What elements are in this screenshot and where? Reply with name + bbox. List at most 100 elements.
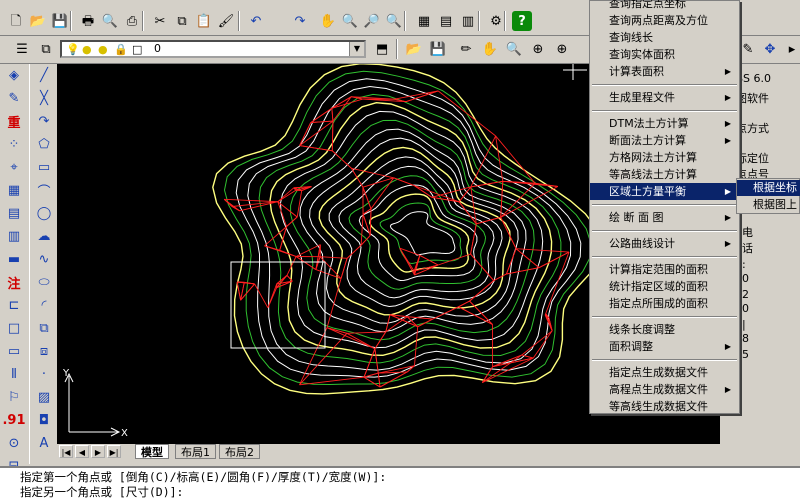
menu-item[interactable]: 断面法土方计算 ▶ bbox=[590, 132, 739, 149]
make-current-icon[interactable]: ⬒ bbox=[372, 39, 392, 59]
zoom-extents-icon[interactable]: ⊕ bbox=[528, 39, 548, 59]
annotation-icon[interactable]: 重 bbox=[0, 110, 28, 133]
zoom-window-icon[interactable]: 🔎 bbox=[362, 11, 382, 31]
hatch-icon[interactable]: ▨ bbox=[30, 386, 58, 409]
next-tab-icon[interactable]: ▶ bbox=[91, 445, 105, 458]
region-icon[interactable]: ◘ bbox=[30, 409, 58, 432]
match-prop-icon[interactable]: 🖌 bbox=[216, 11, 236, 31]
prev-tab-icon[interactable]: ◀ bbox=[75, 445, 89, 458]
point-icon[interactable]: · bbox=[30, 363, 58, 386]
measure-icon[interactable]: ⌖ bbox=[0, 156, 28, 179]
move-icon[interactable]: ✥ bbox=[760, 39, 780, 59]
pan-icon[interactable]: ✋ bbox=[318, 11, 338, 31]
ellipse-icon[interactable]: ⬭ bbox=[30, 271, 58, 294]
save-icon[interactable]: 💾 bbox=[50, 11, 70, 31]
menu-item[interactable]: 计算表面积 ▶ bbox=[590, 63, 739, 80]
print-icon[interactable]: 🖶 bbox=[78, 11, 98, 31]
line-icon[interactable]: ╱ bbox=[30, 64, 58, 87]
open-icon[interactable]: 📂 bbox=[28, 11, 48, 31]
menu-item[interactable]: 高程点生成数据文件 ▶ bbox=[590, 381, 739, 398]
menu-item[interactable]: 绘 断 面 图 ▶ bbox=[590, 209, 739, 226]
rectangle-icon[interactable]: ▭ bbox=[0, 340, 28, 363]
menu-item[interactable]: 面积调整 ▶ bbox=[590, 338, 739, 355]
layer-dropdown[interactable]: 💡 ● ● 🔒 □ 0 ▼ bbox=[60, 40, 366, 58]
new-icon[interactable]: 🗋 bbox=[6, 11, 26, 31]
tab-layout1[interactable]: 布局1 bbox=[175, 444, 216, 459]
toolpalette-icon[interactable]: ▥ bbox=[458, 11, 478, 31]
roadsign-icon[interactable]: ⚐ bbox=[0, 386, 28, 409]
rectangle-draw-icon[interactable]: ▭ bbox=[30, 156, 58, 179]
zoom-icon-2[interactable]: 🔍 bbox=[504, 39, 524, 59]
undo-icon[interactable]: ↶ bbox=[246, 11, 266, 31]
menu-item[interactable]: 指定点所围成的面积 bbox=[590, 295, 739, 312]
menu-item[interactable]: 查询指定点坐标 bbox=[590, 0, 739, 12]
table-icon[interactable]: ▦ bbox=[0, 179, 28, 202]
menu-item[interactable]: 等高线法土方计算 bbox=[590, 166, 739, 183]
spline-icon[interactable]: ∿ bbox=[30, 248, 58, 271]
plot-icon[interactable]: ⎙ bbox=[122, 11, 142, 31]
box-icon[interactable]: □ bbox=[0, 317, 28, 340]
grid-points-icon[interactable]: ⁘ bbox=[0, 133, 28, 156]
menu-item[interactable]: 区域土方量平衡 ▶ bbox=[590, 183, 739, 200]
insert-block-icon[interactable]: ⧉ bbox=[30, 317, 58, 340]
circle-icon[interactable]: ◯ bbox=[30, 202, 58, 225]
menu-item[interactable]: 方格网法土方计算 bbox=[590, 149, 739, 166]
tab-model[interactable]: 模型 bbox=[135, 444, 169, 459]
copy-icon[interactable]: ⧉ bbox=[172, 11, 192, 31]
zoom-previous-icon[interactable]: 🔍 bbox=[384, 11, 404, 31]
polygon-icon[interactable]: ⬠ bbox=[30, 133, 58, 156]
menu-item[interactable]: DTM法土方计算 ▶ bbox=[590, 115, 739, 132]
designcenter-icon[interactable]: ▤ bbox=[436, 11, 456, 31]
menu-item[interactable]: 公路曲线设计 ▶ bbox=[590, 235, 739, 252]
submenu-item[interactable]: 根据坐标 bbox=[737, 180, 800, 196]
pan-icon-2[interactable]: ✋ bbox=[480, 39, 500, 59]
pencil-icon[interactable]: ✏ bbox=[456, 39, 476, 59]
tab-layout2[interactable]: 布局2 bbox=[219, 444, 260, 459]
bars-icon[interactable]: ⦀ bbox=[0, 363, 28, 386]
zoom-in-icon[interactable]: ⊕ bbox=[552, 39, 572, 59]
dbconnect-icon[interactable]: ⚙ bbox=[486, 11, 506, 31]
last-tab-icon[interactable]: ▶| bbox=[107, 445, 121, 458]
layer-previous-icon[interactable]: ⧉ bbox=[36, 39, 56, 59]
menu-item[interactable]: 生成里程文件 ▶ bbox=[590, 89, 739, 106]
ruler-icon[interactable]: ▬ bbox=[0, 248, 28, 271]
properties-icon[interactable]: ▦ bbox=[414, 11, 434, 31]
area-calc-icon[interactable]: ▤ bbox=[0, 202, 28, 225]
calendar-icon[interactable]: ▥ bbox=[0, 225, 28, 248]
help-icon[interactable]: ? bbox=[512, 11, 532, 31]
more-icon[interactable]: ▸ bbox=[782, 39, 800, 59]
paste-icon[interactable]: 📋 bbox=[194, 11, 214, 31]
layer-manager-icon[interactable]: ☰ bbox=[12, 39, 32, 59]
zoom-realtime-icon[interactable]: 🔍 bbox=[340, 11, 360, 31]
pen-tool-icon[interactable]: ✎ bbox=[738, 39, 758, 59]
open-icon-2[interactable]: 📂 bbox=[404, 39, 424, 59]
menu-item[interactable]: 查询实体面积 bbox=[590, 46, 739, 63]
arc-icon[interactable]: ⌒ bbox=[30, 179, 58, 202]
pen-icon[interactable]: ✎ bbox=[0, 87, 28, 110]
ellipse-arc-icon[interactable]: ◜ bbox=[30, 294, 58, 317]
submenu-item[interactable]: 根据图上 bbox=[737, 197, 800, 213]
polyline-icon[interactable]: ↷ bbox=[30, 110, 58, 133]
redo-icon[interactable]: ↷ bbox=[290, 11, 310, 31]
save-icon-2[interactable]: 💾 bbox=[428, 39, 448, 59]
note-icon[interactable]: 注 bbox=[0, 271, 28, 294]
menu-item[interactable]: 统计指定区域的面积 bbox=[590, 278, 739, 295]
cut-icon[interactable]: ✂ bbox=[150, 11, 170, 31]
survey-point-icon[interactable]: ◈ bbox=[0, 64, 28, 87]
revcloud-icon[interactable]: ☁ bbox=[30, 225, 58, 248]
construction-line-icon[interactable]: ╳ bbox=[30, 87, 58, 110]
mtext-icon[interactable]: A bbox=[30, 432, 58, 455]
command-line[interactable]: 指定第一个角点或 [倒角(C)/标高(E)/圆角(F)/厚度(T)/宽度(W)]… bbox=[0, 466, 800, 500]
menu-item[interactable]: 查询两点距离及方位 bbox=[590, 12, 739, 29]
menu-item[interactable]: 线条长度调整 bbox=[590, 321, 739, 338]
elevation-icon[interactable]: .91 bbox=[0, 409, 28, 432]
preview-icon[interactable]: 🔍 bbox=[100, 11, 120, 31]
menu-item[interactable]: 查询线长 bbox=[590, 29, 739, 46]
menu-item[interactable]: 计算指定范围的面积 bbox=[590, 261, 739, 278]
first-tab-icon[interactable]: |◀ bbox=[59, 445, 73, 458]
compass-icon[interactable]: ⊙ bbox=[0, 432, 28, 455]
chevron-down-icon[interactable]: ▼ bbox=[349, 42, 364, 56]
menu-item[interactable]: 等高线生成数据文件 bbox=[590, 398, 739, 415]
menu-item[interactable]: 指定点生成数据文件 bbox=[590, 364, 739, 381]
frame-icon[interactable]: ⊏ bbox=[0, 294, 28, 317]
